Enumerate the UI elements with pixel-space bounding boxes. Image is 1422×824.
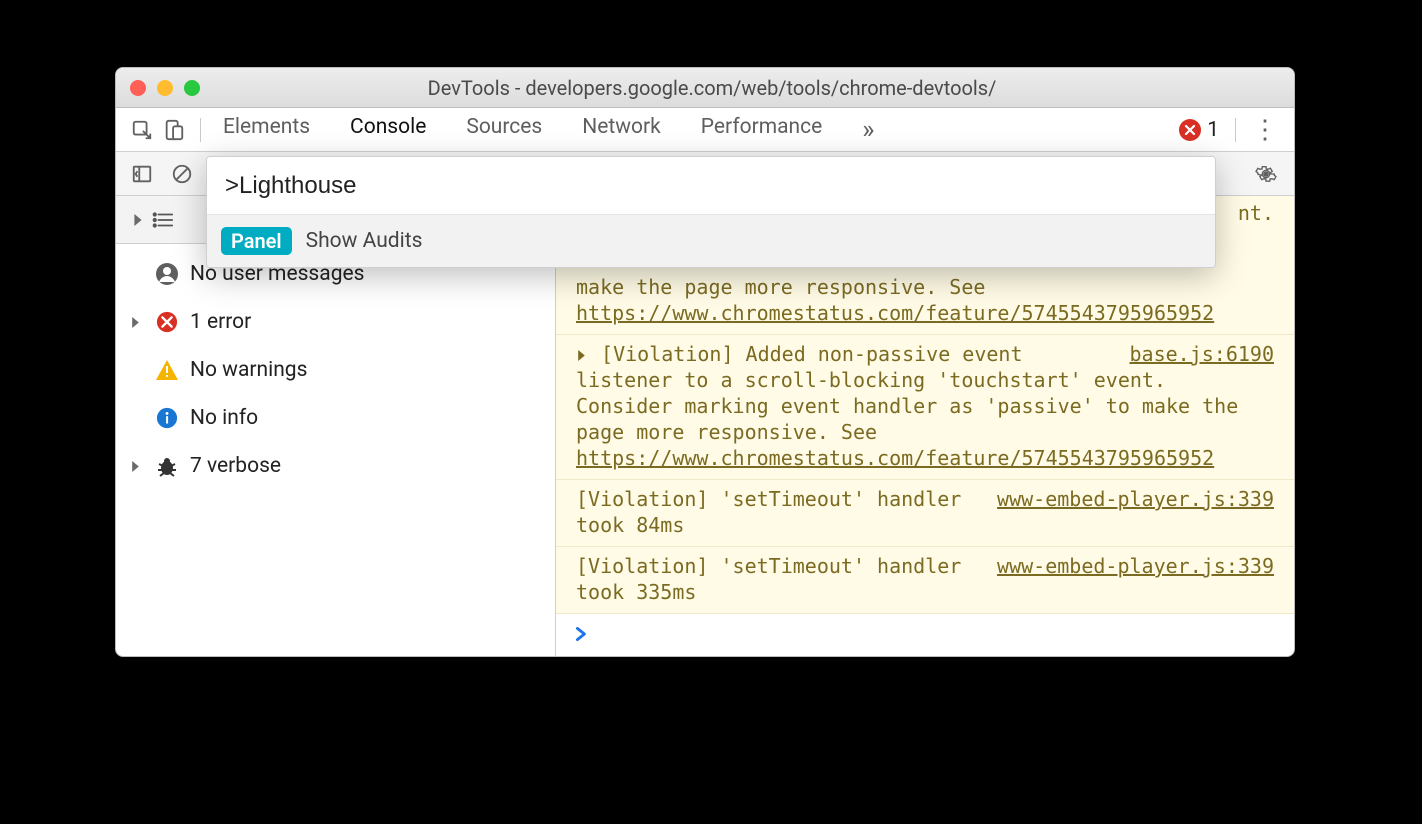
message-text: nt. <box>1238 200 1274 226</box>
warning-icon <box>154 359 180 381</box>
maximize-window-button[interactable] <box>184 80 200 96</box>
result-label: Show Audits <box>306 229 423 253</box>
filter-errors[interactable]: 1 error <box>116 298 555 346</box>
message-link[interactable]: https://www.chromestatus.com/feature/574… <box>576 301 1214 325</box>
list-icon <box>152 211 174 229</box>
filter-list: No user messages 1 error N <box>116 244 555 490</box>
titlebar: DevTools - developers.google.com/web/too… <box>116 68 1294 108</box>
command-palette: Panel Show Audits <box>206 156 1216 268</box>
filter-info[interactable]: No info <box>116 394 555 442</box>
tab-performance[interactable]: Performance <box>699 109 824 151</box>
command-palette-input[interactable] <box>207 157 1215 215</box>
divider <box>200 118 201 142</box>
error-icon <box>154 311 180 333</box>
result-badge: Panel <box>221 227 292 255</box>
tabs-overflow[interactable]: » <box>860 109 876 151</box>
tab-network[interactable]: Network <box>580 109 663 151</box>
filter-label: 1 error <box>190 310 251 334</box>
panel-tabs: Elements Console Sources Network Perform… <box>221 109 876 151</box>
bug-icon <box>154 454 180 478</box>
toggle-device-toolbar-icon[interactable] <box>158 114 190 146</box>
panel-tabs-bar: Elements Console Sources Network Perform… <box>116 108 1294 152</box>
error-icon <box>1179 119 1201 141</box>
tab-sources[interactable]: Sources <box>464 109 544 151</box>
clear-console-icon[interactable] <box>166 158 198 190</box>
chevron-right-icon <box>132 214 144 226</box>
user-icon <box>154 262 180 286</box>
settings-menu-icon[interactable]: ⋮ <box>1252 115 1278 145</box>
inspect-element-icon[interactable] <box>126 114 158 146</box>
tab-console[interactable]: Console <box>348 109 428 151</box>
message-text: make the page more responsive. See <box>576 275 985 299</box>
source-link[interactable]: www-embed-player.js:339 <box>997 553 1274 579</box>
devtools-window: DevTools - developers.google.com/web/too… <box>115 67 1295 657</box>
error-count: 1 <box>1207 118 1219 142</box>
console-settings-icon[interactable] <box>1250 158 1282 190</box>
console-message[interactable]: www-embed-player.js:339 [Violation] 'set… <box>556 547 1294 614</box>
window-title: DevTools - developers.google.com/web/too… <box>200 76 1224 100</box>
divider <box>1235 118 1236 142</box>
command-palette-result[interactable]: Panel Show Audits <box>207 215 1215 267</box>
source-link[interactable]: www-embed-player.js:339 <box>997 486 1274 512</box>
toggle-console-sidebar-icon[interactable] <box>126 158 158 190</box>
chevron-right-icon <box>130 461 144 472</box>
message-link[interactable]: https://www.chromestatus.com/feature/574… <box>576 446 1214 470</box>
console-prompt[interactable] <box>556 614 1294 654</box>
message-text: [Violation] 'setTimeout' handler took 84… <box>576 487 961 537</box>
close-window-button[interactable] <box>130 80 146 96</box>
filter-label: No info <box>190 406 258 430</box>
console-message[interactable]: base.js:6190 [Violation] Added non-passi… <box>556 335 1294 480</box>
message-text: [Violation] 'setTimeout' handler took 33… <box>576 554 961 604</box>
error-count-badge[interactable]: 1 <box>1179 118 1219 142</box>
chevron-right-icon <box>130 317 144 328</box>
filter-warnings[interactable]: No warnings <box>116 346 555 394</box>
source-link[interactable]: base.js:6190 <box>1130 341 1275 367</box>
info-icon <box>154 407 180 429</box>
filter-label: 7 verbose <box>190 454 281 478</box>
filter-label: No warnings <box>190 358 307 382</box>
minimize-window-button[interactable] <box>157 80 173 96</box>
expand-icon[interactable] <box>576 342 599 366</box>
console-message[interactable]: www-embed-player.js:339 [Violation] 'set… <box>556 480 1294 547</box>
tab-elements[interactable]: Elements <box>221 109 312 151</box>
filter-verbose[interactable]: 7 verbose <box>116 442 555 490</box>
traffic-lights <box>130 80 200 96</box>
